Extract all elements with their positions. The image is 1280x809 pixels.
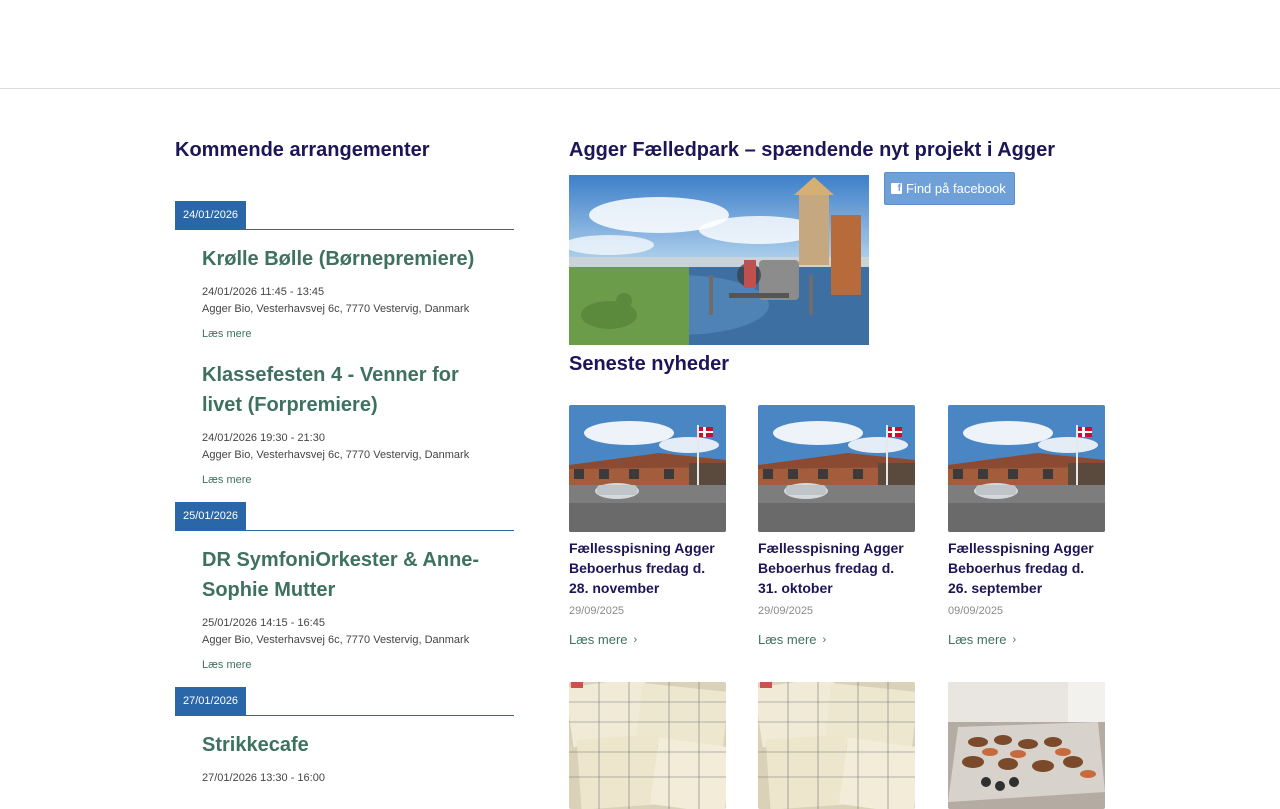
read-more-label: Læs mere [569, 632, 628, 647]
events-section: Kommende arrangementer 24/01/2026 Krølle… [175, 138, 514, 803]
news-card[interactable] [758, 682, 915, 809]
news-card-image[interactable] [758, 405, 915, 532]
news-card-image[interactable] [569, 682, 726, 809]
facebook-icon: f [891, 183, 902, 194]
event-item: Strikkecafe 27/01/2026 13:30 - 16:00 [175, 716, 514, 803]
news-card-date: 29/09/2025 [569, 605, 625, 617]
news-card-date: 09/09/2025 [948, 605, 1004, 617]
event-title-link[interactable]: Krølle Bølle (Børnepremiere) [202, 244, 494, 274]
news-card-read-more[interactable]: Læs mere › [758, 632, 915, 647]
chevron-right-icon: › [1012, 633, 1017, 646]
news-card-title[interactable]: Fællesspisning Agger Beboerhus fredag d.… [758, 538, 915, 598]
event-location: Agger Bio, Vesterhavsvej 6c, 7770 Vester… [202, 634, 470, 646]
top-header-bar [0, 0, 1280, 89]
news-card[interactable] [948, 682, 1105, 809]
event-title-link[interactable]: DR SymfoniOrkester & Anne-Sophie Mutter [202, 545, 494, 605]
facebook-button-label: Find på facebook [906, 181, 1006, 196]
event-item: Krølle Bølle (Børnepremiere) 24/01/2026 … [175, 230, 514, 358]
event-date-header: 25/01/2026 [175, 502, 514, 531]
event-item: Klassefesten 4 - Venner for livet (Forpr… [175, 358, 514, 504]
news-card[interactable] [569, 682, 726, 809]
events-heading: Kommende arrangementer [175, 139, 430, 161]
event-datetime: 25/01/2026 14:15 - 16:45 [202, 617, 325, 629]
news-heading: Seneste nyheder [569, 353, 730, 375]
news-card-title[interactable]: Fællesspisning Agger Beboerhus fredag d.… [948, 538, 1105, 598]
event-datetime: 24/01/2026 11:45 - 13:45 [202, 286, 325, 298]
event-title-link[interactable]: Klassefesten 4 - Venner for livet (Forpr… [202, 360, 494, 420]
event-date-tag: 27/01/2026 [175, 687, 247, 716]
facebook-button[interactable]: f Find på facebook [884, 172, 1015, 205]
news-card[interactable]: Fællesspisning Agger Beboerhus fredag d.… [569, 405, 726, 647]
event-date-tag: 25/01/2026 [175, 502, 247, 531]
news-card-image[interactable] [569, 405, 726, 532]
read-more-label: Læs mere [758, 632, 817, 647]
event-datetime: 27/01/2026 13:30 - 16:00 [202, 772, 325, 784]
event-location: Agger Bio, Vesterhavsvej 6c, 7770 Vester… [202, 449, 470, 461]
news-card-date: 29/09/2025 [758, 605, 814, 617]
news-card-title[interactable]: Fællesspisning Agger Beboerhus fredag d.… [569, 538, 726, 598]
event-item: DR SymfoniOrkester & Anne-Sophie Mutter … [175, 531, 514, 689]
event-read-more-link[interactable]: Læs mere [202, 659, 252, 671]
read-more-label: Læs mere [948, 632, 1007, 647]
news-card-image[interactable] [948, 682, 1105, 809]
news-card-image[interactable] [948, 405, 1105, 532]
chevron-right-icon: › [633, 633, 638, 646]
playground-image[interactable] [569, 175, 869, 345]
news-card-read-more[interactable]: Læs mere › [569, 632, 726, 647]
event-read-more-link[interactable]: Læs mere [202, 474, 252, 486]
feature-title[interactable]: Agger Fælledpark – spændende nyt projekt… [569, 138, 1055, 162]
event-datetime: 24/01/2026 19:30 - 21:30 [202, 432, 325, 444]
event-read-more-link[interactable]: Læs mere [202, 328, 252, 340]
news-card-read-more[interactable]: Læs mere › [948, 632, 1105, 647]
news-card-image[interactable] [758, 682, 915, 809]
event-title-link[interactable]: Strikkecafe [202, 730, 494, 760]
news-card[interactable]: Fællesspisning Agger Beboerhus fredag d.… [758, 405, 915, 647]
event-location: Agger Bio, Vesterhavsvej 6c, 7770 Vester… [202, 303, 470, 315]
event-date-tag: 24/01/2026 [175, 201, 247, 230]
news-card[interactable]: Fællesspisning Agger Beboerhus fredag d.… [948, 405, 1105, 647]
event-date-header: 24/01/2026 [175, 201, 514, 230]
event-date-header: 27/01/2026 [175, 687, 514, 716]
chevron-right-icon: › [822, 633, 827, 646]
